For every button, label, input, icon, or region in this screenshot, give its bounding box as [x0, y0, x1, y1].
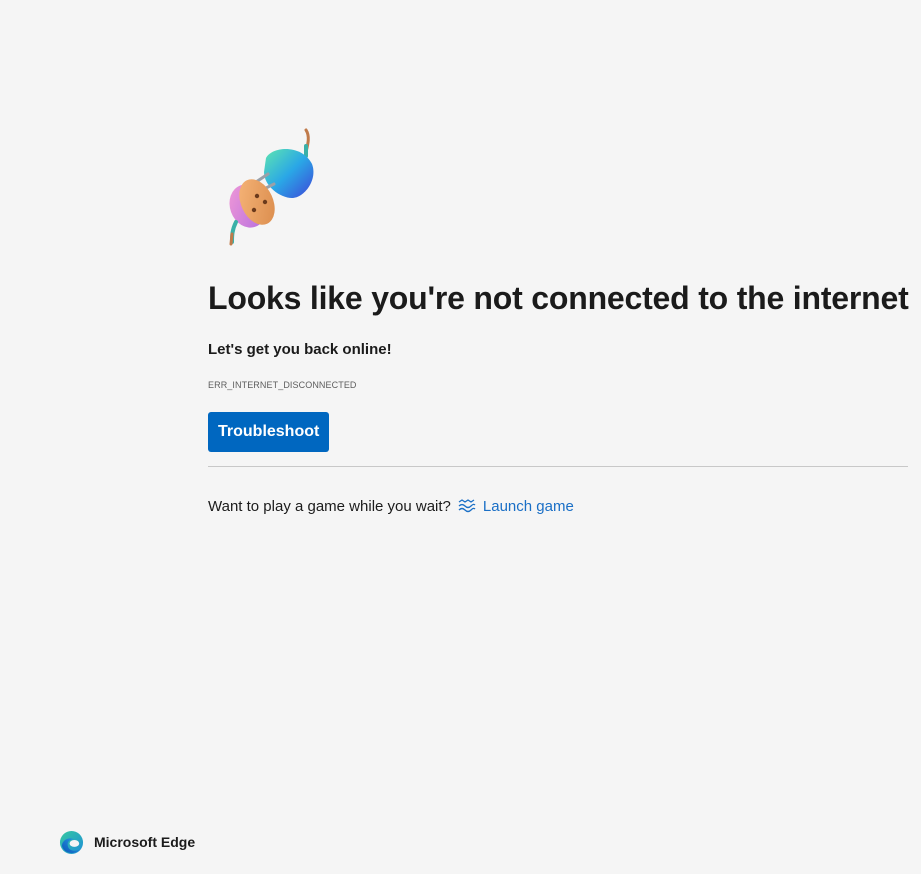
page-title: Looks like you're not connected to the i…	[208, 280, 909, 316]
game-prompt-text: Want to play a game while you wait?	[208, 497, 451, 515]
edge-logo-icon	[59, 830, 84, 854]
error-content: Looks like you're not connected to the i…	[208, 278, 909, 452]
error-code: ERR_INTERNET_DISCONNECTED	[208, 380, 357, 390]
brand-name: Microsoft Edge	[94, 834, 196, 850]
troubleshoot-button[interactable]: Troubleshoot	[208, 412, 330, 452]
game-prompt-row: Want to play a game while you wait? Laun…	[208, 496, 574, 516]
divider	[208, 466, 908, 467]
launch-game-link[interactable]: Launch game	[483, 498, 574, 515]
unplugged-cable-illustration	[229, 128, 314, 246]
subheading: Let's get you back online!	[208, 341, 392, 358]
footer: Microsoft Edge	[59, 829, 195, 855]
offline-error-page: Looks like you're not connected to the i…	[0, 0, 921, 874]
surf-waves-icon[interactable]	[458, 499, 476, 513]
